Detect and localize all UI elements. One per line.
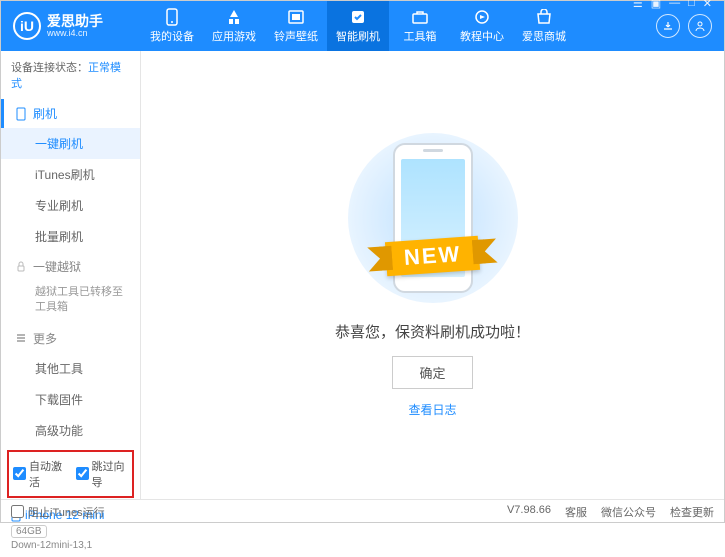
nav-store[interactable]: 爱思商城 — [513, 1, 575, 51]
app-name: 爱思助手 — [47, 14, 103, 28]
window-controls: ☰ ▣ — □ ✕ — [633, 0, 712, 10]
close-icon[interactable]: ✕ — [703, 0, 712, 10]
success-illustration: NEW — [333, 133, 533, 303]
maximize-icon[interactable]: □ — [688, 0, 695, 9]
phone-icon — [163, 8, 181, 26]
title-bar: iU 爱思助手 www.i4.cn 我的设备 应用游戏 铃声壁纸 智能刷机 工具… — [1, 1, 724, 51]
sidebar-item-batch[interactable]: 批量刷机 — [1, 221, 140, 252]
checkbox-block-itunes[interactable]: 阻止iTunes运行 — [11, 504, 105, 520]
main-nav: 我的设备 应用游戏 铃声壁纸 智能刷机 工具箱 教程中心 爱思商城 — [141, 1, 633, 51]
download-button[interactable] — [656, 14, 680, 38]
apps-icon — [225, 8, 243, 26]
sidebar-group-jailbreak: 一键越狱 — [1, 252, 140, 281]
lock-icon — [15, 261, 27, 273]
nav-ringtones[interactable]: 铃声壁纸 — [265, 1, 327, 51]
device-model: Down-12mini-13,1 — [11, 540, 130, 551]
sidebar-item-other[interactable]: 其他工具 — [1, 353, 140, 384]
nav-apps[interactable]: 应用游戏 — [203, 1, 265, 51]
jailbreak-note: 越狱工具已转移至工具箱 — [1, 281, 140, 324]
sidebar: 设备连接状态：正常模式 刷机 一键刷机 iTunes刷机 专业刷机 批量刷机 一… — [1, 51, 141, 499]
connection-status: 设备连接状态：正常模式 — [1, 51, 140, 99]
sidebar-item-oneclick[interactable]: 一键刷机 — [1, 128, 140, 159]
tutorial-icon — [473, 8, 491, 26]
user-button[interactable] — [688, 14, 712, 38]
nav-tutorials[interactable]: 教程中心 — [451, 1, 513, 51]
app-site: www.i4.cn — [47, 28, 103, 38]
sidebar-item-firmware[interactable]: 下载固件 — [1, 384, 140, 415]
checkbox-skip-guide[interactable]: 跳过向导 — [76, 458, 129, 490]
wallpaper-icon — [287, 8, 305, 26]
logo-icon: iU — [13, 12, 41, 40]
more-icon — [15, 332, 27, 344]
checkbox-auto-activate[interactable]: 自动激活 — [13, 458, 66, 490]
storage-badge: 64GB — [11, 525, 47, 538]
success-message: 恭喜您，保资料刷机成功啦！ — [335, 321, 530, 342]
service-link[interactable]: 客服 — [565, 504, 587, 520]
flash-icon — [349, 8, 367, 26]
toolbox-icon — [411, 8, 429, 26]
nav-toolbox[interactable]: 工具箱 — [389, 1, 451, 51]
minimize-icon[interactable]: — — [669, 0, 680, 9]
store-icon — [535, 8, 553, 26]
sidebar-item-pro[interactable]: 专业刷机 — [1, 190, 140, 221]
main-content: NEW 恭喜您，保资料刷机成功啦！ 确定 查看日志 — [141, 51, 724, 499]
sidebar-group-flash[interactable]: 刷机 — [1, 99, 140, 128]
version-label: V7.98.66 — [507, 504, 551, 520]
logo-area: iU 爱思助手 www.i4.cn — [13, 12, 141, 40]
nav-my-device[interactable]: 我的设备 — [141, 1, 203, 51]
update-link[interactable]: 检查更新 — [670, 504, 714, 520]
new-ribbon: NEW — [385, 235, 480, 275]
nav-flash[interactable]: 智能刷机 — [327, 1, 389, 51]
phone-outline-icon — [15, 107, 27, 121]
skin-icon[interactable]: ▣ — [651, 0, 661, 10]
wechat-link[interactable]: 微信公众号 — [601, 504, 656, 520]
sidebar-item-advanced[interactable]: 高级功能 — [1, 415, 140, 446]
menu-icon[interactable]: ☰ — [633, 0, 643, 10]
sidebar-item-itunes[interactable]: iTunes刷机 — [1, 159, 140, 190]
sidebar-group-more[interactable]: 更多 — [1, 324, 140, 353]
view-log-link[interactable]: 查看日志 — [408, 401, 456, 418]
ok-button[interactable]: 确定 — [392, 356, 472, 389]
options-box: 自动激活 跳过向导 — [7, 450, 134, 498]
